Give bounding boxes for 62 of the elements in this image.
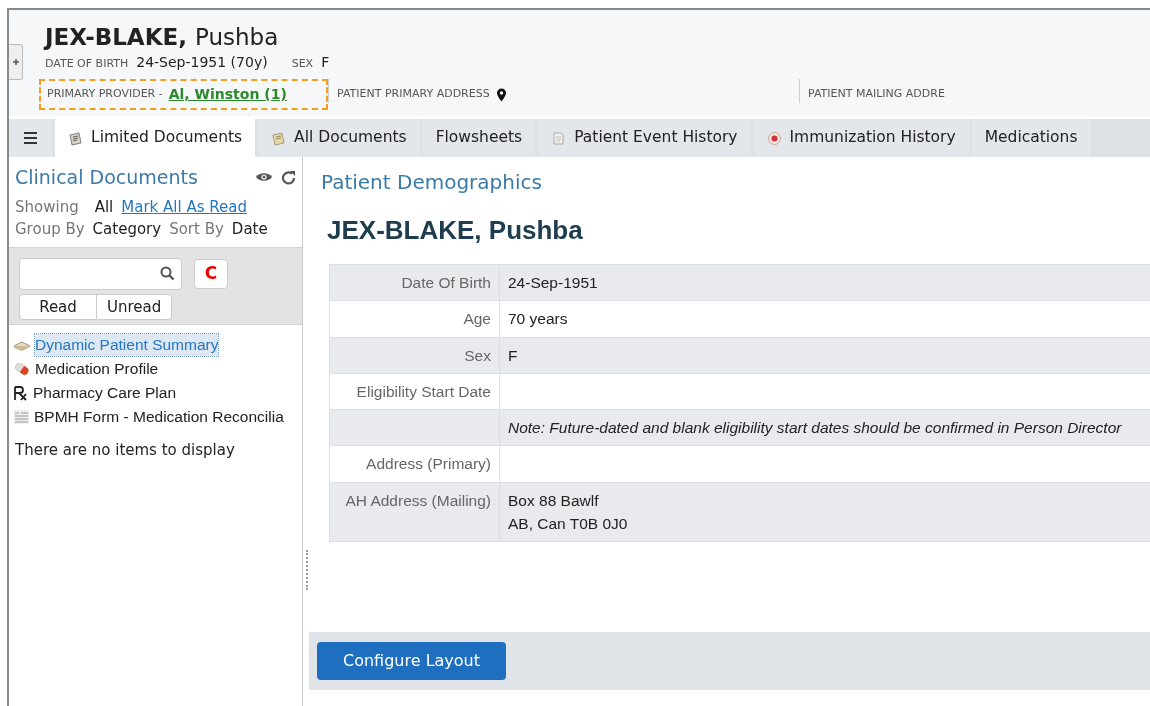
sex-value: F: [321, 53, 330, 72]
menu-button[interactable]: [9, 119, 52, 157]
panel-title: Clinical Documents: [15, 165, 198, 190]
expand-button[interactable]: [9, 44, 23, 80]
field-label: Sex: [464, 346, 491, 364]
refresh-icon: [281, 169, 296, 185]
badge-icon: [766, 130, 782, 146]
tab[interactable]: Immunization History: [753, 119, 969, 157]
search-field[interactable]: [19, 257, 182, 290]
filter-button[interactable]: Read: [19, 293, 97, 320]
note-text: Note: Future-dated and blank eligibility start dates should be confirmed in Person Director: [508, 419, 1122, 436]
dob-label: DATE OF BIRTH: [45, 56, 129, 72]
field-label: Group By: [15, 219, 85, 240]
field-label: Sort By: [169, 219, 224, 240]
field-label: Eligibility Start Date: [356, 382, 491, 400]
notepad-icon: [68, 130, 83, 146]
field-label: PATIENT MAILING ADDRE: [808, 86, 945, 103]
field-label: Age: [463, 310, 491, 328]
field-value: Date: [231, 219, 268, 240]
map-pin-icon: [495, 87, 507, 102]
patient-given-name: Pushba: [194, 23, 279, 52]
document-item[interactable]: Pharmacy Care Plan: [33, 382, 176, 404]
field-label: Address (Primary): [366, 455, 491, 473]
document-item[interactable]: Medication Profile: [35, 358, 159, 380]
clear-button[interactable]: C: [194, 258, 228, 289]
field-label: PRIMARY PROVIDER -: [47, 86, 163, 103]
field-label: Showing: [15, 196, 79, 218]
field-value: F: [508, 346, 518, 364]
field-value: 24-Sep-1951: [508, 274, 598, 291]
search-icon: [160, 266, 175, 281]
document-item[interactable]: BPMH Form - Medication Reconcilia: [34, 406, 284, 428]
notepad-icon: [271, 130, 287, 146]
tab[interactable]: All Documents: [258, 119, 420, 157]
field-label: Date Of Birth: [401, 274, 491, 291]
resize-handle[interactable]: [306, 550, 309, 590]
dob-value: 24-Sep-1951 (70y): [136, 53, 268, 72]
menu-icon: [24, 132, 37, 144]
field-label: AH Address (Mailing): [345, 491, 491, 509]
configure-layout-button[interactable]: Configure Layout: [317, 642, 507, 680]
filter-button[interactable]: Unread: [97, 293, 173, 320]
sex-label: SEX: [291, 56, 314, 72]
page-icon: [551, 130, 567, 146]
patient-name: JEX-BLAKE, Pushba: [326, 214, 584, 247]
field-label: PATIENT PRIMARY ADDRESS: [337, 86, 490, 103]
field-value: All: [94, 196, 114, 218]
plus-icon: [11, 58, 20, 66]
tab[interactable]: Flowsheets: [422, 119, 536, 157]
refresh-button[interactable]: [281, 169, 296, 185]
provider-link[interactable]: Al, Winston (1): [168, 84, 287, 105]
empty-message: There are no items to display: [14, 440, 236, 461]
form-icon: [13, 409, 30, 425]
address-value: Box 88 Bawlf AB, Can T0B 0J0: [508, 490, 629, 534]
field-value: Category: [92, 219, 162, 240]
patient-surname: JEX-BLAKE,: [45, 23, 187, 52]
document-item[interactable]: Dynamic Patient Summary: [35, 334, 219, 356]
section-title: Patient Demographics: [320, 169, 543, 196]
tab[interactable]: Medications: [971, 119, 1091, 157]
tab[interactable]: Patient Event History: [538, 119, 751, 157]
rx-icon: [13, 385, 29, 401]
mark-all-link[interactable]: Mark All As Read: [121, 195, 247, 218]
field-value: 70 years: [508, 310, 568, 328]
tab[interactable]: Limited Documents: [55, 119, 256, 157]
